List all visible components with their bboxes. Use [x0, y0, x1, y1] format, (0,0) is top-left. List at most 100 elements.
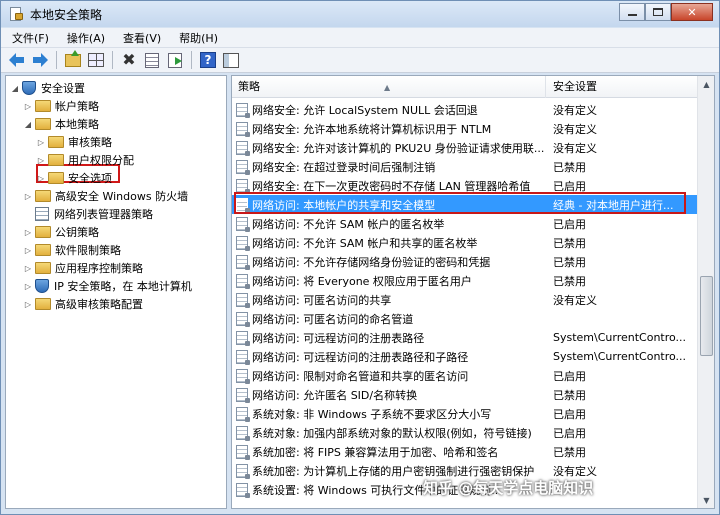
- export-list-button[interactable]: [165, 50, 185, 70]
- expanded-arrow-icon[interactable]: ◢: [10, 84, 20, 93]
- vertical-scrollbar[interactable]: ▲ ▼: [697, 76, 714, 508]
- collapsed-arrow-icon[interactable]: ▷: [23, 264, 33, 273]
- toolbar-separator: [191, 51, 192, 69]
- policy-row[interactable]: 网络访问: 可匿名访问的共享 没有定义: [232, 290, 698, 309]
- expanded-arrow-icon[interactable]: ◢: [23, 120, 33, 129]
- column-header-setting[interactable]: 安全设置: [547, 76, 695, 98]
- policy-row[interactable]: 网络安全: 在超过登录时间后强制注销 已禁用: [232, 157, 698, 176]
- console-tree-icon: [88, 53, 104, 67]
- folder-icon: [35, 190, 51, 202]
- policy-row[interactable]: 网络访问: 限制对命名管道和共享的匿名访问 已启用: [232, 366, 698, 385]
- collapsed-arrow-icon[interactable]: ▷: [23, 102, 33, 111]
- policy-row[interactable]: 系统对象: 加强内部系统对象的默认权限(例如，符号链接) 已启用: [232, 423, 698, 442]
- menu-help[interactable]: 帮助(H): [172, 30, 225, 46]
- collapsed-arrow-icon[interactable]: ▷: [23, 300, 33, 309]
- menu-file[interactable]: 文件(F): [5, 30, 56, 46]
- tree-item-label: 安全设置: [41, 82, 85, 95]
- properties-icon: [145, 52, 159, 68]
- policy-row[interactable]: 网络安全: 允许对该计算机的 PKU2U 身份验证请求使用联... 没有定义: [232, 138, 698, 157]
- up-one-level-button[interactable]: [63, 49, 83, 70]
- watermark: 知乎 @每天学点电脑知识: [423, 479, 594, 497]
- policy-row[interactable]: 网络访问: 将 Everyone 权限应用于匿名用户 已禁用: [232, 271, 698, 290]
- menu-view[interactable]: 查看(V): [116, 30, 168, 46]
- policy-name: 网络访问: 可匿名访问的命名管道: [252, 312, 414, 326]
- tree-item-label: 应用程序控制策略: [55, 262, 143, 275]
- tree-item[interactable]: ◢ 安全设置: [10, 79, 85, 97]
- tree-item[interactable]: ▷ 帐户策略: [23, 97, 99, 115]
- policy-setting: 已禁用: [553, 255, 586, 269]
- policy-row[interactable]: 网络访问: 可远程访问的注册表路径 System\CurrentContro...: [232, 328, 698, 347]
- tree-item[interactable]: ◢ 本地策略: [23, 115, 99, 133]
- collapsed-arrow-icon[interactable]: ▷: [36, 174, 46, 183]
- app-window: 本地安全策略 ✕ 文件(F) 操作(A) 查看(V) 帮助(H) ✖ ? ◢ 安全…: [0, 0, 720, 515]
- tree-item[interactable]: ▷ IP 安全策略，在 本地计算机: [23, 277, 192, 295]
- policy-icon: [236, 216, 250, 232]
- policy-setting: 没有定义: [553, 293, 597, 307]
- policy-name: 网络安全: 允许 LocalSystem NULL 会话回退: [252, 103, 478, 117]
- policy-row[interactable]: 网络访问: 可匿名访问的命名管道: [232, 309, 698, 328]
- action-pane-icon: [223, 52, 239, 68]
- policy-name: 系统加密: 将 FIPS 兼容算法用于加密、哈希和签名: [252, 445, 499, 459]
- policy-setting: 已启用: [553, 217, 586, 231]
- forward-button[interactable]: [30, 50, 50, 70]
- back-button[interactable]: [7, 50, 27, 70]
- show-hide-tree-button[interactable]: [86, 50, 106, 70]
- policy-icon: [236, 406, 250, 422]
- list-header: 策略 ▲ 安全设置: [232, 76, 714, 98]
- maximize-button[interactable]: [645, 3, 671, 21]
- policy-icon: [236, 482, 250, 498]
- policy-setting: 已禁用: [553, 236, 586, 250]
- policy-row[interactable]: 网络访问: 不允许存储网络身份验证的密码和凭据 已禁用: [232, 252, 698, 271]
- folder-icon: [35, 100, 51, 112]
- policy-row[interactable]: 系统加密: 将 FIPS 兼容算法用于加密、哈希和签名 已禁用: [232, 442, 698, 461]
- policy-row[interactable]: 网络访问: 允许匿名 SID/名称转换 已禁用: [232, 385, 698, 404]
- tree-item[interactable]: ▷ 高级审核策略配置: [23, 295, 143, 313]
- policy-name: 网络访问: 限制对命名管道和共享的匿名访问: [252, 369, 469, 383]
- close-icon: ✕: [687, 5, 697, 19]
- tree-item-label: 审核策略: [68, 136, 112, 149]
- policy-row[interactable]: 网络安全: 允许本地系统将计算机标识用于 NTLM 没有定义: [232, 119, 698, 138]
- collapsed-arrow-icon[interactable]: ▷: [36, 138, 46, 147]
- help-button[interactable]: ?: [198, 50, 218, 70]
- tree-item[interactable]: ▷ 高级安全 Windows 防火墙: [23, 187, 188, 205]
- scroll-thumb[interactable]: [700, 276, 713, 356]
- policy-setting: 没有定义: [553, 122, 597, 136]
- column-header-policy[interactable]: 策略 ▲: [232, 76, 546, 98]
- tree-item[interactable]: ▷ 审核策略: [36, 133, 112, 151]
- policy-row[interactable]: 网络安全: 允许 LocalSystem NULL 会话回退 没有定义: [232, 100, 698, 119]
- policy-name: 网络访问: 可远程访问的注册表路径: [252, 331, 425, 345]
- properties-button[interactable]: [142, 50, 162, 70]
- policy-setting: 已启用: [553, 407, 586, 421]
- tree-item[interactable]: ▷ 安全选项: [36, 169, 112, 187]
- policy-row[interactable]: 网络访问: 不允许 SAM 帐户的匿名枚举 已启用: [232, 214, 698, 233]
- tree-item[interactable]: 网络列表管理器策略: [23, 205, 153, 223]
- collapsed-arrow-icon[interactable]: ▷: [23, 282, 33, 291]
- collapsed-arrow-icon[interactable]: ▷: [36, 156, 46, 165]
- policy-icon: [236, 254, 250, 270]
- policy-setting: 已启用: [553, 426, 586, 440]
- maximize-icon: [653, 8, 663, 16]
- tree-item[interactable]: ▷ 应用程序控制策略: [23, 259, 143, 277]
- policy-icon: [236, 463, 250, 479]
- tree-item[interactable]: ▷ 用户权限分配: [36, 151, 134, 169]
- collapsed-arrow-icon[interactable]: ▷: [23, 192, 33, 201]
- tree-item[interactable]: ▷ 公钥策略: [23, 223, 99, 241]
- tree-item-label: 高级审核策略配置: [55, 298, 143, 311]
- security-policy-app-icon: [8, 6, 24, 22]
- collapsed-arrow-icon[interactable]: ▷: [23, 246, 33, 255]
- policy-row[interactable]: 网络访问: 不允许 SAM 帐户和共享的匿名枚举 已禁用: [232, 233, 698, 252]
- delete-button[interactable]: ✖: [119, 50, 139, 70]
- close-button[interactable]: ✕: [671, 3, 713, 21]
- scroll-down-icon[interactable]: ▼: [699, 492, 714, 508]
- minimize-button[interactable]: [619, 3, 645, 21]
- policy-row[interactable]: 系统对象: 非 Windows 子系统不要求区分大小写 已启用: [232, 404, 698, 423]
- policy-row[interactable]: 网络访问: 可远程访问的注册表路径和子路径 System\CurrentContr…: [232, 347, 698, 366]
- policy-icon: [236, 311, 250, 327]
- scroll-up-icon[interactable]: ▲: [699, 76, 714, 92]
- show-action-pane-button[interactable]: [221, 50, 241, 70]
- menu-action[interactable]: 操作(A): [60, 30, 112, 46]
- tree-item-label: 公钥策略: [55, 226, 99, 239]
- collapsed-arrow-icon[interactable]: ▷: [23, 228, 33, 237]
- tree-item[interactable]: ▷ 软件限制策略: [23, 241, 121, 259]
- policy-name: 网络访问: 不允许存储网络身份验证的密码和凭据: [252, 255, 491, 269]
